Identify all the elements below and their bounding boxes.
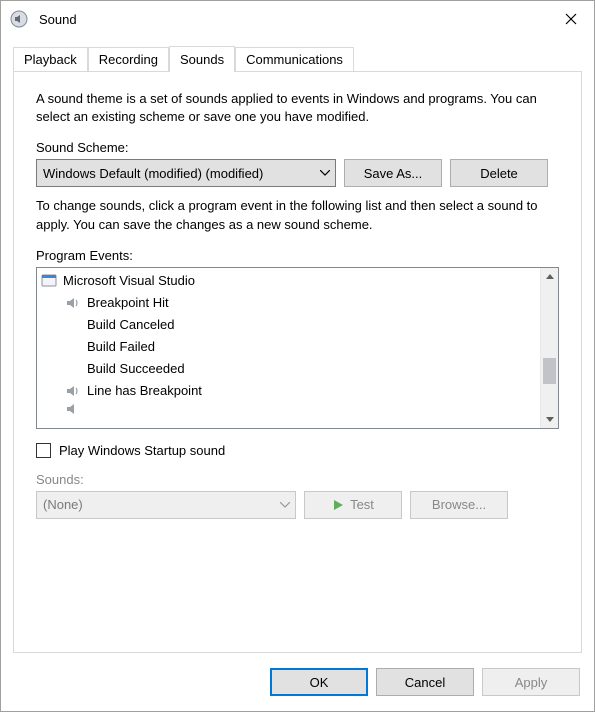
event-item[interactable]: Breakpoint Hit: [37, 292, 541, 314]
sound-app-icon: [9, 9, 29, 29]
scrollbar[interactable]: [540, 268, 558, 428]
event-item[interactable]: Build Failed: [37, 336, 541, 358]
sound-dialog: Sound Playback Recording Sounds Communic…: [0, 0, 595, 712]
scroll-track[interactable]: [541, 285, 558, 411]
ok-button[interactable]: OK: [270, 668, 368, 696]
speaker-icon: [65, 383, 81, 399]
delete-button[interactable]: Delete: [450, 159, 548, 187]
scroll-thumb[interactable]: [543, 358, 556, 384]
content-area: Playback Recording Sounds Communications…: [1, 37, 594, 653]
tab-sounds[interactable]: Sounds: [169, 46, 235, 72]
event-group-label: Microsoft Visual Studio: [63, 273, 195, 288]
scheme-row: Windows Default (modified) (modified) Sa…: [36, 159, 559, 187]
change-description: To change sounds, click a program event …: [36, 197, 559, 233]
close-button[interactable]: [548, 3, 594, 35]
program-events-list[interactable]: Microsoft Visual Studio Breakpoint Hit B…: [36, 267, 559, 429]
browse-button[interactable]: Browse...: [410, 491, 508, 519]
titlebar: Sound: [1, 1, 594, 37]
event-item-label: Build Succeeded: [87, 361, 185, 376]
event-item[interactable]: Line has Breakpoint: [37, 380, 541, 402]
startup-sound-checkbox[interactable]: Play Windows Startup sound: [36, 443, 559, 458]
event-item[interactable]: Build Canceled: [37, 314, 541, 336]
sounds-label: Sounds:: [36, 472, 559, 487]
tab-communications[interactable]: Communications: [235, 47, 354, 71]
cancel-button[interactable]: Cancel: [376, 668, 474, 696]
window-title: Sound: [39, 12, 548, 27]
save-as-button[interactable]: Save As...: [344, 159, 442, 187]
event-item-label: Line has Breakpoint: [87, 383, 202, 398]
scheme-select[interactable]: Windows Default (modified) (modified): [36, 159, 336, 187]
tab-playback[interactable]: Playback: [13, 47, 88, 71]
checkbox-box: [36, 443, 51, 458]
test-button[interactable]: Test: [304, 491, 402, 519]
tab-panel-sounds: A sound theme is a set of sounds applied…: [13, 71, 582, 653]
speaker-icon: [65, 402, 81, 416]
apply-button[interactable]: Apply: [482, 668, 580, 696]
dialog-footer: OK Cancel Apply: [1, 653, 594, 711]
sound-select-value: (None): [36, 491, 296, 519]
event-item[interactable]: Build Succeeded: [37, 358, 541, 380]
scheme-select-value: Windows Default (modified) (modified): [36, 159, 336, 187]
event-item-label: Breakpoint Hit: [87, 295, 169, 310]
speaker-icon: [65, 295, 81, 311]
tab-recording[interactable]: Recording: [88, 47, 169, 71]
scroll-down-button[interactable]: [541, 411, 558, 428]
event-item-partial[interactable]: [37, 402, 541, 416]
program-icon: [41, 273, 57, 289]
event-item-label: Build Canceled: [87, 317, 174, 332]
tab-strip: Playback Recording Sounds Communications: [13, 45, 582, 71]
event-item-label: Build Failed: [87, 339, 155, 354]
test-button-label: Test: [350, 497, 374, 512]
play-icon: [332, 499, 344, 511]
sound-select[interactable]: (None): [36, 491, 296, 519]
event-group[interactable]: Microsoft Visual Studio: [37, 270, 541, 292]
scroll-up-button[interactable]: [541, 268, 558, 285]
sounds-row: (None) Test Browse...: [36, 491, 559, 519]
events-label: Program Events:: [36, 248, 559, 263]
scheme-label: Sound Scheme:: [36, 140, 559, 155]
checkbox-label: Play Windows Startup sound: [59, 443, 225, 458]
theme-description: A sound theme is a set of sounds applied…: [36, 90, 559, 126]
